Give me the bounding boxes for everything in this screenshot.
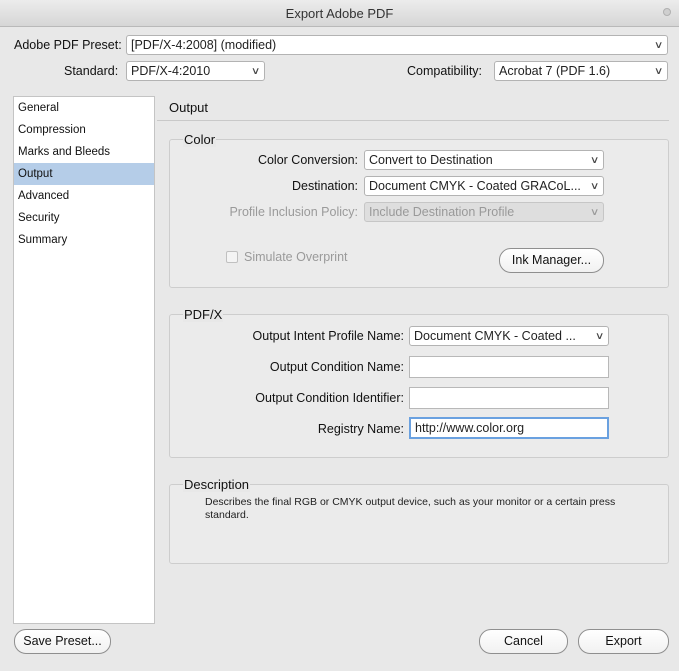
divider — [157, 120, 669, 121]
destination-label: Destination: — [291, 179, 358, 193]
save-preset-button[interactable]: Save Preset... — [14, 629, 111, 654]
color-conversion-label: Color Conversion: — [257, 153, 358, 167]
export-button[interactable]: Export — [578, 629, 669, 654]
cancel-button[interactable]: Cancel — [479, 629, 568, 654]
window-titlebar: Export Adobe PDF — [0, 0, 679, 27]
compatibility-select[interactable]: Acrobat 7 (PDF 1.6) ∨ — [494, 61, 668, 81]
sidebar-item-summary[interactable]: Summary — [14, 229, 154, 251]
chevron-down-icon: ∨ — [589, 155, 600, 166]
compatibility-label: Compatibility: — [407, 64, 483, 78]
description-text: Describes the final RGB or CMYK output d… — [205, 496, 660, 522]
sidebar-item-marks-and-bleeds[interactable]: Marks and Bleeds — [14, 141, 154, 163]
output-intent-profile-select[interactable]: Document CMYK - Coated ... ∨ — [409, 326, 609, 346]
chevron-down-icon: ∨ — [594, 331, 605, 342]
chevron-down-icon: ∨ — [653, 66, 664, 77]
output-condition-name-field[interactable] — [409, 356, 609, 378]
output-condition-identifier-label: Output Condition Identifier: — [255, 391, 404, 405]
window-title: Export Adobe PDF — [285, 6, 394, 21]
color-group-title: Color — [183, 132, 217, 147]
standard-label: Standard: — [64, 64, 119, 78]
profile-inclusion-policy-select: Include Destination Profile ∨ — [364, 202, 604, 222]
output-intent-profile-value: Document CMYK - Coated ... — [414, 329, 576, 343]
standard-select[interactable]: PDF/X-4:2010 ∨ — [126, 61, 265, 81]
profile-inclusion-policy-label: Profile Inclusion Policy: — [229, 205, 358, 219]
registry-name-field[interactable]: http://www.color.org — [409, 417, 609, 439]
preset-label: Adobe PDF Preset: — [14, 38, 122, 52]
ink-manager-button[interactable]: Ink Manager... — [499, 248, 604, 273]
output-condition-identifier-field[interactable] — [409, 387, 609, 409]
window-control-icon[interactable] — [663, 8, 671, 16]
chevron-down-icon: ∨ — [589, 181, 600, 192]
color-conversion-value: Convert to Destination — [369, 153, 493, 167]
description-line-1: Describes the final RGB or CMYK output d… — [205, 496, 616, 508]
color-conversion-select[interactable]: Convert to Destination ∨ — [364, 150, 604, 170]
registry-name-label: Registry Name: — [317, 422, 404, 436]
chevron-down-icon: ∨ — [589, 207, 600, 218]
output-condition-name-label: Output Condition Name: — [269, 360, 404, 374]
compatibility-value: Acrobat 7 (PDF 1.6) — [499, 64, 611, 78]
preset-value: [PDF/X-4:2008] (modified) — [131, 38, 277, 52]
panel-title: Output — [169, 100, 209, 115]
destination-select[interactable]: Document CMYK - Coated GRACoL... ∨ — [364, 176, 604, 196]
preset-select[interactable]: [PDF/X-4:2008] (modified) ∨ — [126, 35, 668, 55]
description-group-title: Description — [183, 477, 251, 492]
sidebar-item-security[interactable]: Security — [14, 207, 154, 229]
description-line-2: standard. — [205, 509, 249, 521]
sidebar-item-advanced[interactable]: Advanced — [14, 185, 154, 207]
chevron-down-icon: ∨ — [653, 40, 664, 51]
destination-value: Document CMYK - Coated GRACoL... — [369, 179, 581, 193]
sidebar-item-compression[interactable]: Compression — [14, 119, 154, 141]
simulate-overprint-checkbox[interactable] — [226, 251, 238, 263]
output-intent-profile-label: Output Intent Profile Name: — [252, 329, 404, 343]
standard-value: PDF/X-4:2010 — [131, 64, 211, 78]
profile-inclusion-policy-value: Include Destination Profile — [369, 205, 515, 219]
simulate-overprint-label: Simulate Overprint — [244, 250, 348, 264]
chevron-down-icon: ∨ — [250, 66, 261, 77]
sidebar-item-general[interactable]: General — [14, 97, 154, 119]
pdfx-group-title: PDF/X — [183, 307, 224, 322]
category-sidebar: General Compression Marks and Bleeds Out… — [13, 96, 155, 624]
sidebar-item-output[interactable]: Output — [14, 163, 154, 185]
